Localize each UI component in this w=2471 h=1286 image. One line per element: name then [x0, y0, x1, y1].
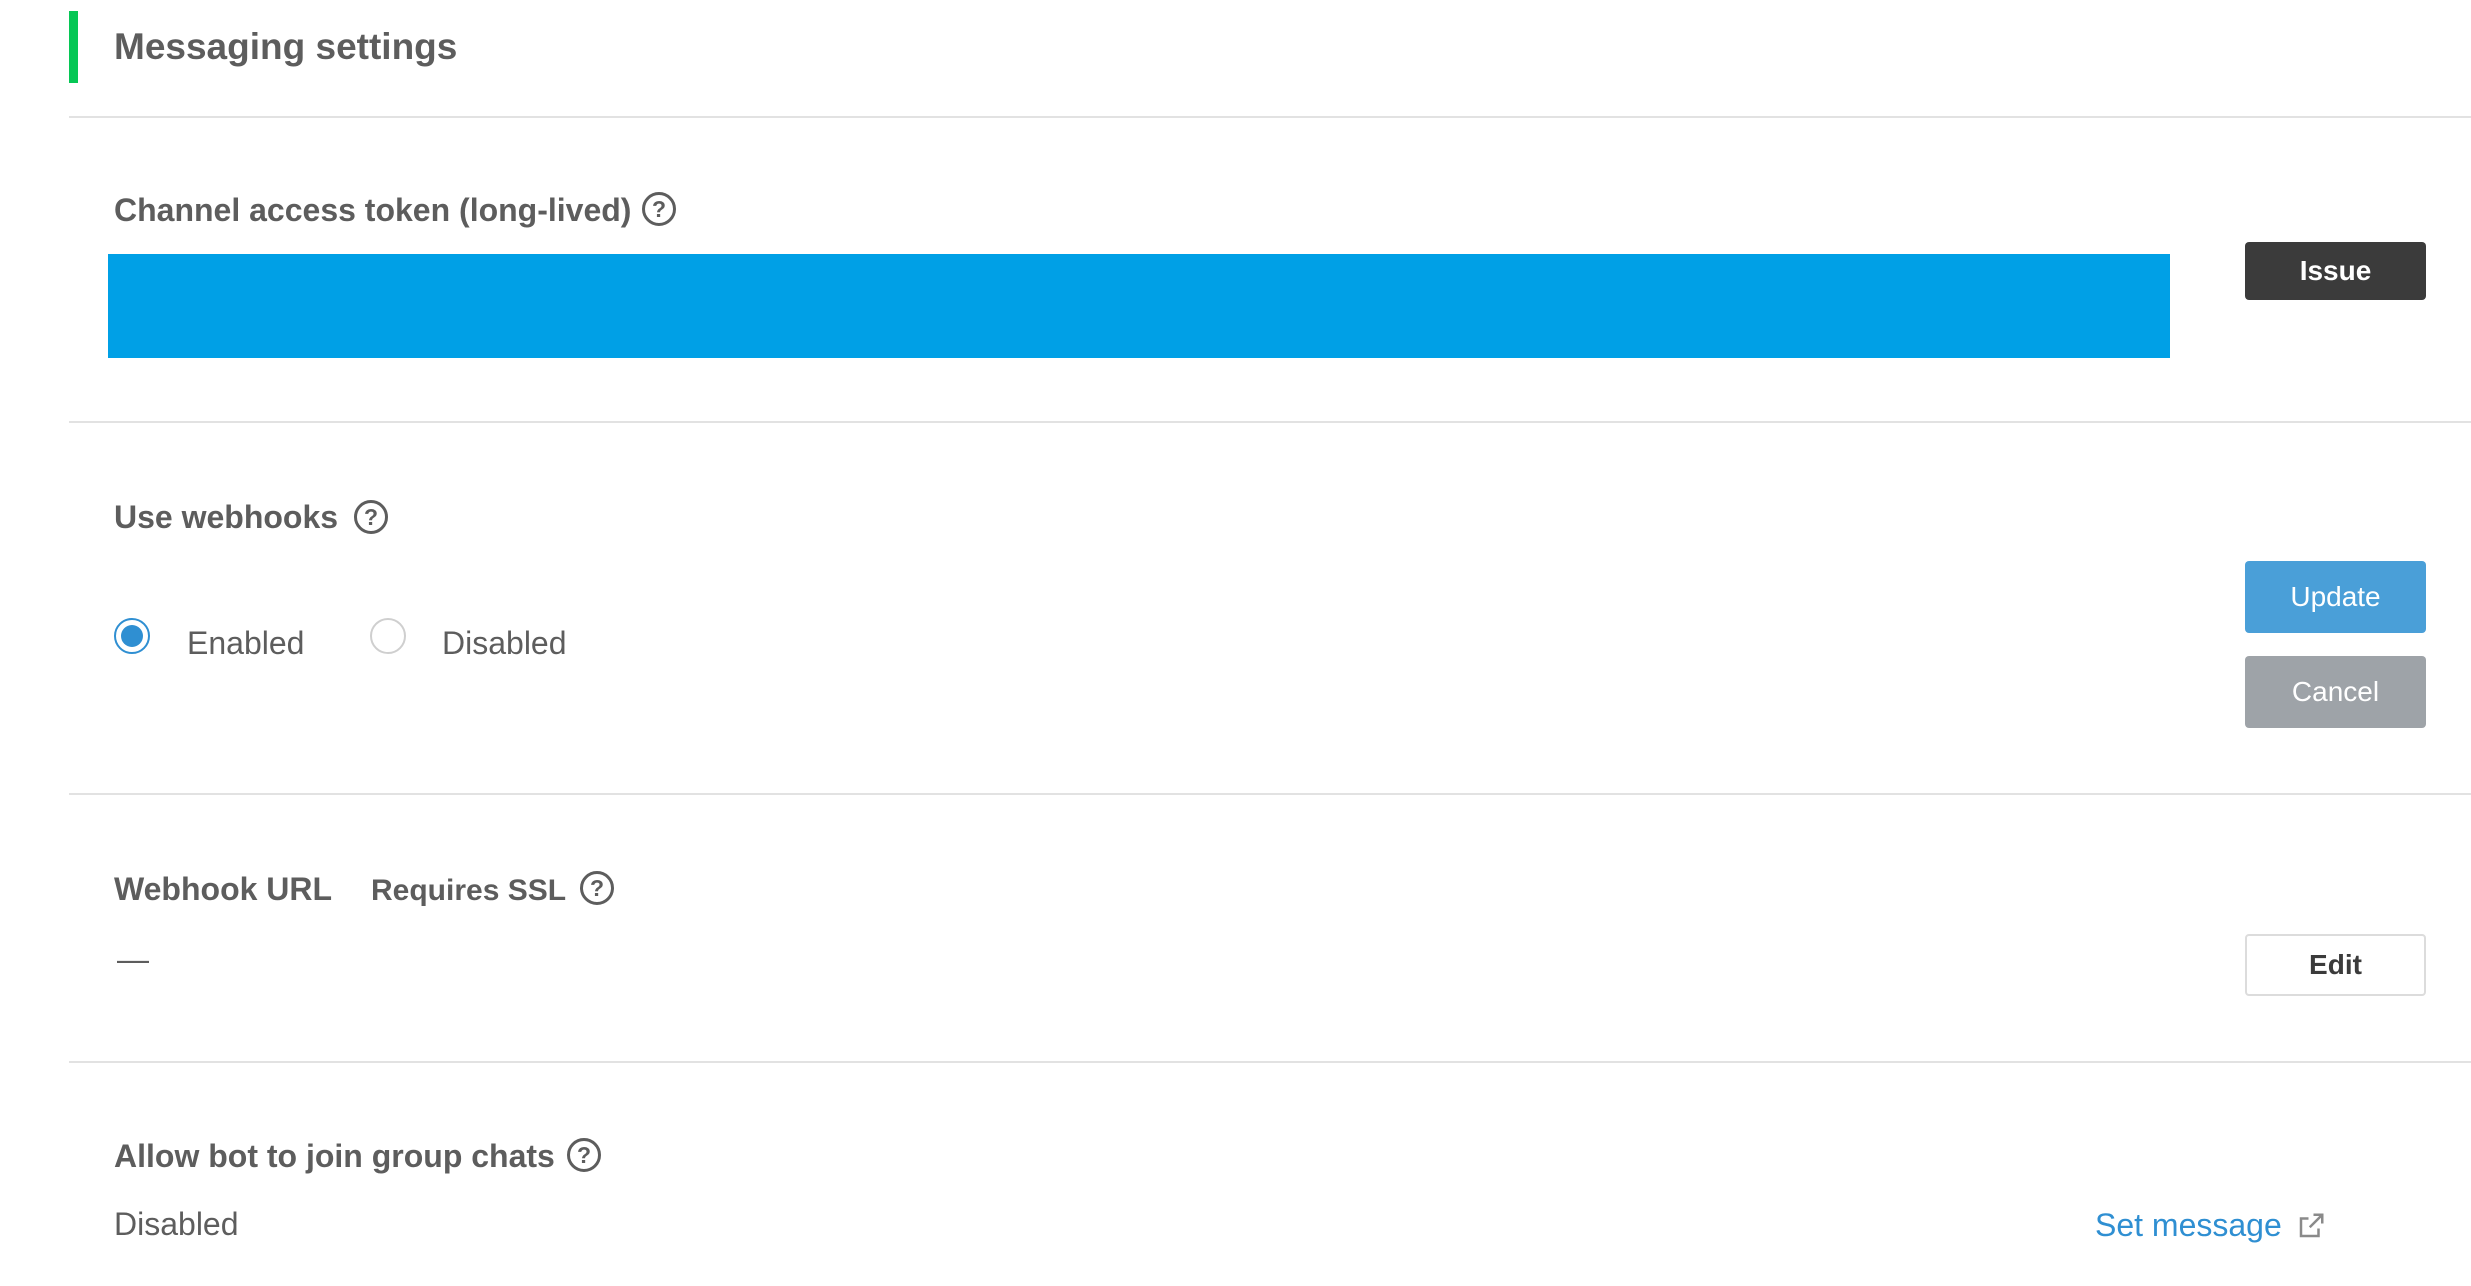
update-button[interactable]: Update — [2245, 561, 2426, 633]
channel-token-label: Channel access token (long-lived) — [114, 192, 632, 228]
webhooks-disabled-label[interactable]: Disabled — [442, 623, 567, 663]
channel-token-value-masked — [108, 254, 2170, 358]
webhook-url-label: Webhook URL — [114, 871, 333, 907]
question-circle-icon[interactable]: ? — [642, 192, 676, 226]
cancel-button[interactable]: Cancel — [2245, 656, 2426, 728]
group-chats-label: Allow bot to join group chats — [114, 1138, 555, 1174]
webhooks-enabled-label[interactable]: Enabled — [187, 623, 304, 663]
question-circle-icon[interactable]: ? — [354, 500, 388, 534]
webhooks-disabled-radio[interactable] — [370, 618, 406, 654]
question-circle-icon[interactable]: ? — [567, 1138, 601, 1172]
divider — [69, 1061, 2471, 1063]
page-title: Messaging settings — [114, 26, 458, 67]
question-circle-icon[interactable]: ? — [580, 871, 614, 905]
requires-ssl-note: Requires SSL — [371, 874, 567, 907]
edit-button[interactable]: Edit — [2245, 934, 2426, 996]
set-message-link[interactable]: Set message — [2095, 1205, 2282, 1245]
group-chats-value: Disabled — [114, 1206, 239, 1242]
use-webhooks-label: Use webhooks — [114, 499, 339, 535]
issue-button[interactable]: Issue — [2245, 242, 2426, 300]
webhook-url-value: — — [117, 941, 149, 977]
webhooks-enabled-radio[interactable] — [114, 618, 150, 654]
divider — [69, 421, 2471, 423]
divider — [69, 116, 2471, 118]
external-link-icon[interactable] — [2296, 1211, 2326, 1241]
divider — [69, 793, 2471, 795]
header-accent-bar — [69, 11, 78, 83]
